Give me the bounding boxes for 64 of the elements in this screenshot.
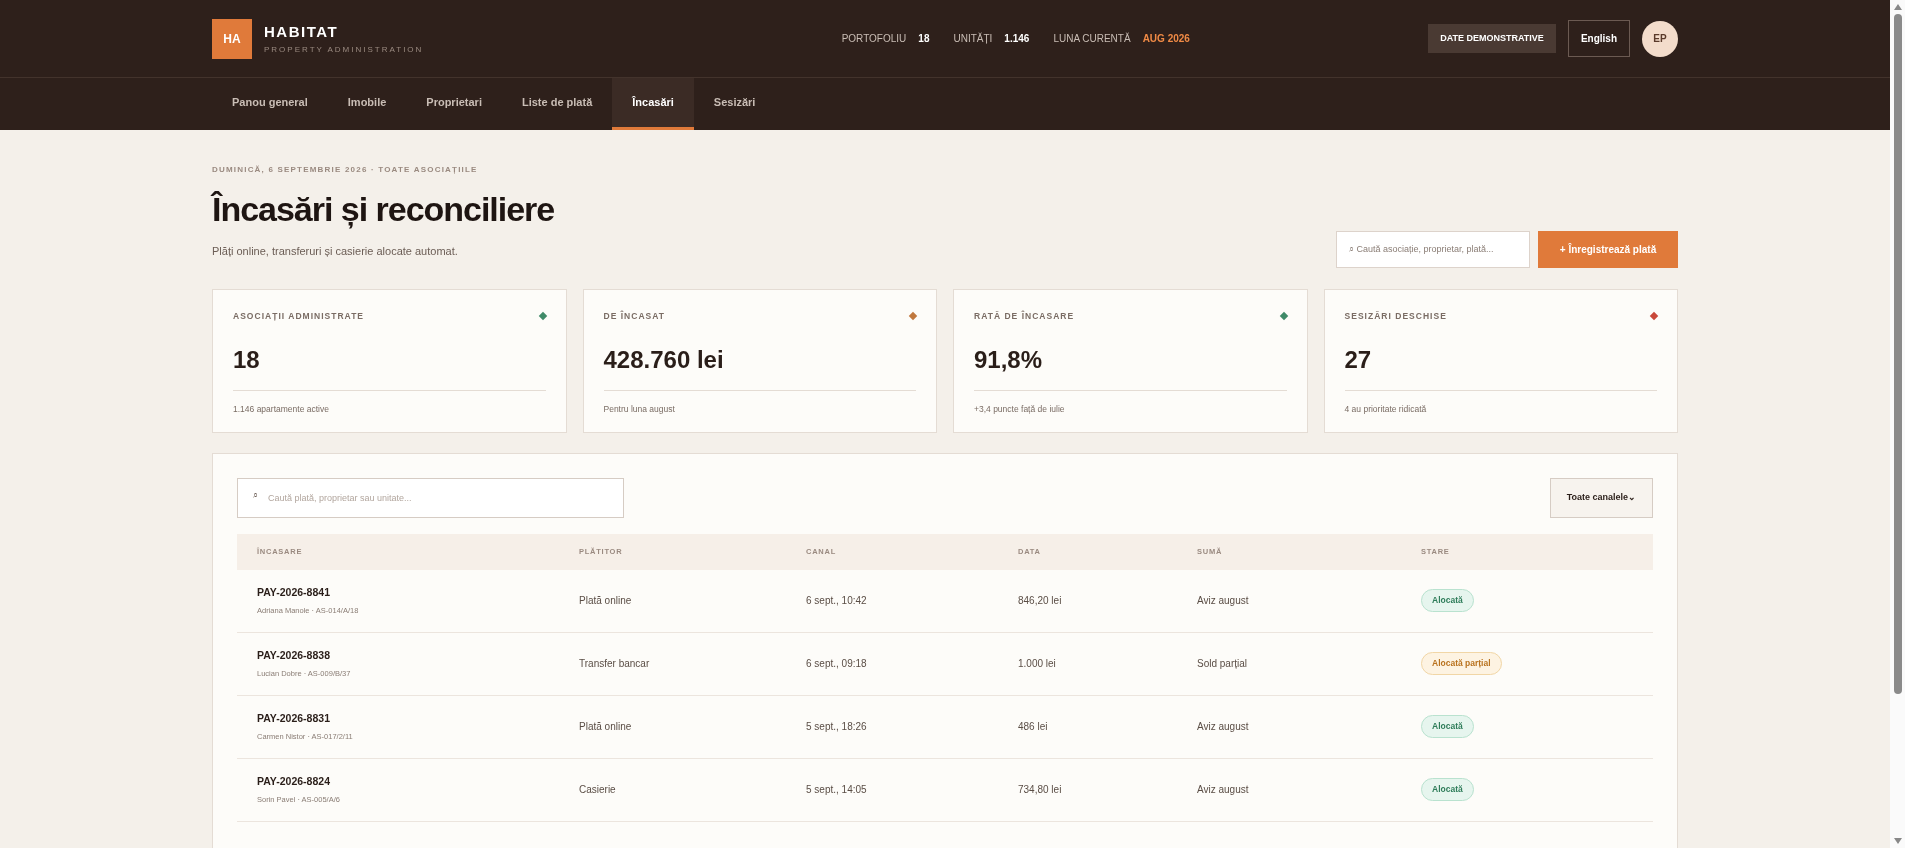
header-stat-value: 18 xyxy=(918,32,930,46)
table-cell-text: 5 sept., 14:05 xyxy=(806,783,868,797)
header-stat-value: 1.146 xyxy=(1004,32,1030,46)
table-cell-text: 734,80 lei xyxy=(1018,783,1063,797)
stat-label: DE ÎNCASAT xyxy=(603,309,665,323)
payment-id: PAY-2026-8831 xyxy=(257,711,331,726)
table-cell-text: 5 sept., 18:26 xyxy=(806,720,868,734)
table-cell-text: Plată online xyxy=(579,594,633,608)
header-stat-value: AUG 2026 xyxy=(1142,32,1190,46)
table-cell-text: 6 sept., 10:42 xyxy=(806,594,868,608)
language-button[interactable]: English xyxy=(1567,20,1630,57)
header-stat-label: UNITĂȚI xyxy=(953,31,993,46)
table-cell-text: 486 lei xyxy=(1018,720,1049,734)
nav-tab[interactable]: Imobile xyxy=(327,78,407,130)
brand-tagline: PROPERTY ADMINISTRATION xyxy=(264,43,424,56)
stat-note: Pentru luna august xyxy=(603,403,676,416)
payment-id: PAY-2026-8841 xyxy=(257,585,331,600)
brand-name: HABITAT xyxy=(264,22,340,43)
table-cell-text: 6 sept., 09:18 xyxy=(806,657,868,671)
table-cell-text: Aviz august xyxy=(1197,594,1250,608)
search-icon: ⌕ xyxy=(253,490,258,500)
table-cell-text: 846,20 lei xyxy=(1018,594,1063,608)
nav-tab[interactable]: Liste de plată xyxy=(501,78,613,130)
stat-note: 4 au prioritate ridicată xyxy=(1344,403,1428,416)
scrollbar[interactable] xyxy=(1890,0,1905,848)
scroll-down-icon[interactable] xyxy=(1893,838,1902,844)
table-cell-text: Aviz august xyxy=(1197,720,1250,734)
stat-note: +3,4 puncte față de iulie xyxy=(974,403,1066,416)
search-field[interactable]: ⌕ Caută asociație, proprietar, plată... xyxy=(1336,230,1530,268)
table-cell-text: Aviz august xyxy=(1197,783,1250,797)
nav-tab[interactable]: Proprietari xyxy=(406,78,502,130)
payment-id: PAY-2026-8838 xyxy=(257,648,331,663)
page-subtitle: Plăți online, transferuri și casierie alocate automat. xyxy=(212,244,459,259)
header-stat-label: LUNA CURENTĂ xyxy=(1053,31,1131,46)
nav-tab[interactable]: Sesizări xyxy=(693,78,776,130)
stat-label: ASOCIAȚII ADMINISTRATE xyxy=(233,309,365,323)
stat-label: SESIZĂRI DESCHISE xyxy=(1344,309,1447,323)
demo-badge: DATE DEMONSTRATIVE xyxy=(1428,23,1556,54)
nav-tab[interactable]: Încasări xyxy=(612,78,694,130)
date-eyebrow: DUMINICĂ, 6 SEPTEMBRIE 2026 · TOATE ASOCIAȚIILE xyxy=(212,164,479,176)
status-badge: Alocată parțial xyxy=(1421,652,1502,675)
payment-id: PAY-2026-8824 xyxy=(257,774,331,789)
table-cell-text: Plată online xyxy=(579,720,633,734)
logo-mark: HA xyxy=(212,18,252,59)
status-badge: Alocată xyxy=(1421,715,1474,738)
nav-tab[interactable]: Panou general xyxy=(212,78,328,130)
status-badge: Alocată xyxy=(1421,778,1474,801)
stat-value: 428.760 lei xyxy=(603,345,725,376)
table-cell-text: Casierie xyxy=(579,783,617,797)
header-stat-label: PORTOFOLIU xyxy=(841,32,907,46)
user-avatar[interactable]: EP xyxy=(1642,20,1678,57)
stat-note: 1.146 apartamente active xyxy=(233,403,330,416)
stat-value: 18 xyxy=(233,345,261,376)
table-cell-text: Transfer bancar xyxy=(579,657,651,671)
page-title: Încasări și reconciliere xyxy=(212,189,555,231)
stat-label: RATĂ DE ÎNCASARE xyxy=(974,309,1075,323)
table-cell-text: 1.000 lei xyxy=(1018,657,1057,671)
scrollbar-thumb[interactable] xyxy=(1893,14,1902,694)
status-badge: Alocată xyxy=(1421,589,1474,612)
stat-value: 27 xyxy=(1344,345,1373,376)
scroll-up-icon[interactable] xyxy=(1893,4,1902,10)
table-cell-text: Sold parțial xyxy=(1197,657,1249,671)
stat-value: 91,8% xyxy=(974,345,1044,376)
channel-dropdown[interactable]: Toate canalele⌄ xyxy=(1549,477,1653,518)
